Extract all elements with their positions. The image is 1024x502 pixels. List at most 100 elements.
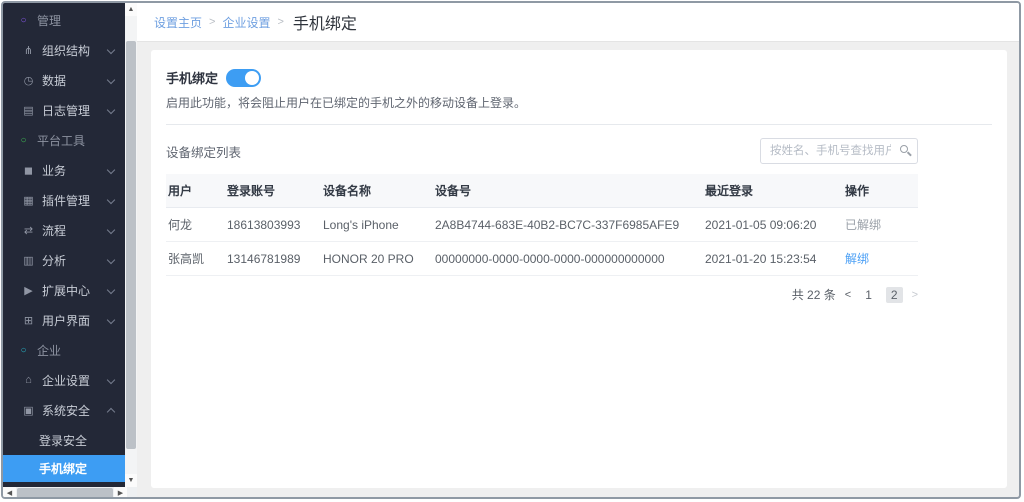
chevron-down-icon xyxy=(106,225,116,235)
cell-device-id: 2A8B4744-683E-40B2-BC7C-337F6985AFE9 xyxy=(433,207,703,242)
sidebar-item-label: 数据 xyxy=(42,73,67,88)
sidebar-item-phone-binding[interactable]: 手机绑定 xyxy=(3,455,125,482)
chevron-down-icon xyxy=(106,75,116,85)
cell-account: 13146781989 xyxy=(225,241,321,276)
pagination-page-1[interactable]: 1 xyxy=(860,287,877,303)
main-content: 设置主页 > 企业设置 > 手机绑定 手机绑定 启用此功能，将会阻止用户在已绑定… xyxy=(137,3,1019,497)
breadcrumb-link-settings-home[interactable]: 设置主页 xyxy=(154,14,202,31)
log-list-icon: ▤ xyxy=(23,104,34,117)
org-structure-icon: ⋔ xyxy=(23,44,34,57)
cell-last-login: 2021-01-20 15:23:54 xyxy=(703,241,843,276)
column-header-device-name: 设备名称 xyxy=(321,174,433,208)
cell-user: 张高凯 xyxy=(166,241,225,276)
phone-binding-card: 手机绑定 启用此功能，将会阻止用户在已绑定的手机之外的移动设备上登录。 设备绑定… xyxy=(151,50,1007,488)
circle-icon: ○ xyxy=(20,344,27,356)
sidebar-item-label: 手机绑定 xyxy=(39,462,88,476)
search-box xyxy=(760,138,918,164)
cell-device-name: HONOR 20 PRO xyxy=(321,241,433,276)
divider xyxy=(166,124,992,125)
clock-icon: ◷ xyxy=(23,74,34,87)
device-list-title: 设备绑定列表 xyxy=(166,145,242,160)
chevron-up-icon xyxy=(106,407,116,417)
sidebar-section-platform-tools[interactable]: ○ 平台工具 xyxy=(3,125,125,155)
scrollbar-thumb[interactable] xyxy=(126,41,136,449)
scroll-down-icon[interactable]: ▼ xyxy=(125,474,137,487)
breadcrumb-separator: > xyxy=(209,16,216,28)
sidebar-item-login-security[interactable]: 登录安全 xyxy=(3,425,125,455)
circle-icon: ○ xyxy=(20,14,27,26)
sidebar-item-analytics[interactable]: ▥ 分析 xyxy=(3,245,125,275)
chevron-down-icon xyxy=(106,45,116,55)
sidebar-item-enterprise-settings[interactable]: ⌂ 企业设置 xyxy=(3,365,125,395)
sidebar-horizontal-scrollbar[interactable]: ◀ ▶ xyxy=(3,487,137,497)
table-row: 何龙 18613803993 Long's iPhone 2A8B4744-68… xyxy=(166,207,918,242)
phone-binding-toggle[interactable] xyxy=(226,68,262,87)
scroll-right-icon[interactable]: ▶ xyxy=(114,487,127,497)
breadcrumb-separator: > xyxy=(277,16,284,28)
cell-last-login: 2021-01-05 09:06:20 xyxy=(703,207,843,242)
sidebar-section-label: 企业 xyxy=(37,343,62,358)
analytics-icon: ▥ xyxy=(23,254,34,267)
enterprise-settings-icon: ⌂ xyxy=(25,374,32,386)
pagination-total: 共 22 条 xyxy=(791,288,836,302)
sidebar-item-org-structure[interactable]: ⋔ 组织结构 xyxy=(3,35,125,65)
sidebar-item-business[interactable]: ◼ 业务 xyxy=(3,155,125,185)
circle-icon: ○ xyxy=(20,134,27,146)
unbind-link[interactable]: 解绑 xyxy=(845,252,869,266)
sidebar-item-label: 业务 xyxy=(42,163,67,178)
app-window: ○ 管理 ⋔ 组织结构 ◷ 数据 ▤ 日志管理 ○ 平台工具 ◼ 业务 ▦ 插件… xyxy=(1,1,1021,499)
pagination-page-2-current[interactable]: 2 xyxy=(885,286,903,303)
chevron-down-icon xyxy=(106,375,116,385)
sidebar-item-system-security[interactable]: ▣ 系统安全 xyxy=(3,395,125,425)
sidebar-item-label: 日志管理 xyxy=(42,103,91,118)
pagination-next-icon[interactable]: > xyxy=(912,289,918,301)
sidebar-item-label: 企业设置 xyxy=(42,373,91,388)
lock-icon: ▣ xyxy=(23,404,34,417)
sidebar-section-label: 平台工具 xyxy=(37,133,86,148)
sidebar-item-label: 插件管理 xyxy=(42,193,91,208)
unbound-status: 已解绑 xyxy=(845,218,882,232)
sidebar-section-enterprise[interactable]: ○ 企业 xyxy=(3,335,125,365)
cell-account: 18613803993 xyxy=(225,207,321,242)
cell-device-id: 00000000-0000-0000-0000-000000000000 xyxy=(433,241,703,276)
search-icon[interactable] xyxy=(900,145,908,153)
ui-grid-icon: ⊞ xyxy=(23,314,34,327)
business-icon: ◼ xyxy=(23,164,34,177)
sidebar-item-label: 组织结构 xyxy=(42,43,91,58)
sidebar-item-label: 登录安全 xyxy=(39,433,88,448)
feature-title: 手机绑定 xyxy=(166,71,219,86)
chevron-down-icon xyxy=(106,195,116,205)
flow-icon: ⇄ xyxy=(23,224,34,237)
sidebar-item-label: 分析 xyxy=(42,253,67,268)
sidebar-item-extension-center[interactable]: ▶ 扩展中心 xyxy=(3,275,125,305)
sidebar-item-data[interactable]: ◷ 数据 xyxy=(3,65,125,95)
scroll-left-icon[interactable]: ◀ xyxy=(3,487,16,497)
sidebar-section-management[interactable]: ○ 管理 xyxy=(3,5,125,35)
breadcrumb-link-enterprise-settings[interactable]: 企业设置 xyxy=(222,14,270,31)
scrollbar-thumb[interactable] xyxy=(17,488,113,497)
page-title: 手机绑定 xyxy=(292,16,357,33)
column-header-actions: 操作 xyxy=(843,174,918,208)
scroll-up-icon[interactable]: ▲ xyxy=(125,3,137,16)
sidebar-item-label: 用户界面 xyxy=(42,313,91,328)
cell-device-name: Long's iPhone xyxy=(321,207,433,242)
sidebar-item-user-interface[interactable]: ⊞ 用户界面 xyxy=(3,305,125,335)
plugin-grid-icon: ▦ xyxy=(23,194,34,207)
chevron-down-icon xyxy=(106,105,116,115)
device-binding-table: 用户 登录账号 设备名称 设备号 最近登录 操作 何龙 18613803993 xyxy=(166,174,918,276)
sidebar-item-label: 系统安全 xyxy=(42,403,91,418)
sidebar-item-log-management[interactable]: ▤ 日志管理 xyxy=(3,95,125,125)
chevron-down-icon xyxy=(106,285,116,295)
sidebar-vertical-scrollbar[interactable]: ▲ ▼ xyxy=(125,3,137,487)
chevron-down-icon xyxy=(106,165,116,175)
sidebar-item-label: 扩展中心 xyxy=(42,283,91,298)
column-header-account: 登录账号 xyxy=(225,174,321,208)
cell-user: 何龙 xyxy=(166,207,225,242)
pagination-prev-icon[interactable]: < xyxy=(845,289,851,301)
chevron-down-icon xyxy=(106,315,116,325)
search-input[interactable] xyxy=(760,138,918,164)
sidebar-item-plugin-management[interactable]: ▦ 插件管理 xyxy=(3,185,125,215)
sidebar-item-label: 流程 xyxy=(42,223,67,238)
sidebar-item-process[interactable]: ⇄ 流程 xyxy=(3,215,125,245)
sidebar: ○ 管理 ⋔ 组织结构 ◷ 数据 ▤ 日志管理 ○ 平台工具 ◼ 业务 ▦ 插件… xyxy=(3,3,125,487)
